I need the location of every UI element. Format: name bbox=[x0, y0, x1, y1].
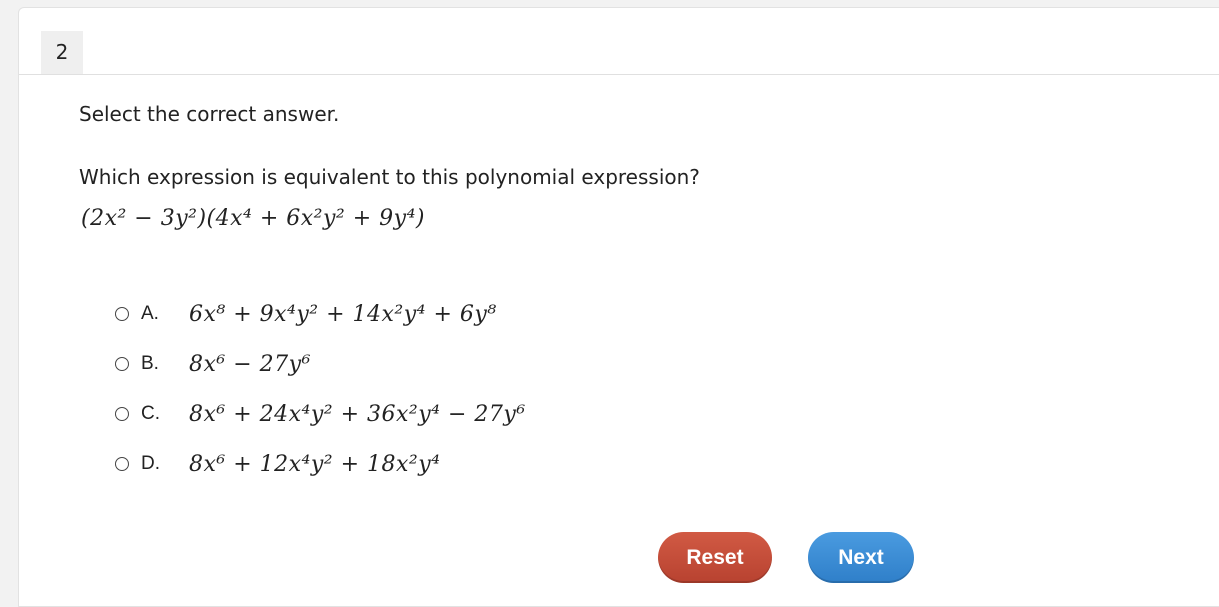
option-a[interactable]: A. 6x⁸ + 9x⁴y² + 14x²y⁴ + 6y⁸ bbox=[115, 289, 526, 339]
radio-button-d[interactable] bbox=[115, 457, 129, 471]
option-letter: D. bbox=[141, 453, 160, 474]
question-card: 2 Select the correct answer. Which expre… bbox=[18, 7, 1219, 607]
option-b[interactable]: B. 8x⁶ − 27y⁶ bbox=[115, 339, 526, 389]
radio-button-b[interactable] bbox=[115, 357, 129, 371]
question-number: 2 bbox=[41, 31, 83, 74]
option-d[interactable]: D. 8x⁶ + 12x⁴y² + 18x²y⁴ bbox=[115, 439, 526, 489]
option-letter: C. bbox=[141, 403, 160, 424]
instruction-text: Select the correct answer. bbox=[79, 102, 340, 126]
polynomial-expression: (2x² − 3y²)(4x⁴ + 6x²y² + 9y⁴) bbox=[81, 206, 426, 231]
next-button[interactable]: Next bbox=[808, 532, 914, 583]
radio-button-c[interactable] bbox=[115, 407, 129, 421]
radio-button-a[interactable] bbox=[115, 307, 129, 321]
option-letter: A. bbox=[141, 303, 159, 324]
option-expression: 8x⁶ + 12x⁴y² + 18x²y⁴ bbox=[189, 451, 441, 477]
answer-options: A. 6x⁸ + 9x⁴y² + 14x²y⁴ + 6y⁸ B. 8x⁶ − 2… bbox=[115, 289, 526, 489]
option-expression: 6x⁸ + 9x⁴y² + 14x²y⁴ + 6y⁸ bbox=[189, 301, 497, 327]
reset-button[interactable]: Reset bbox=[658, 532, 772, 583]
option-expression: 8x⁶ − 27y⁶ bbox=[189, 351, 311, 377]
question-prompt: Which expression is equivalent to this p… bbox=[79, 165, 700, 189]
option-letter: B. bbox=[141, 353, 159, 374]
option-expression: 8x⁶ + 24x⁴y² + 36x²y⁴ − 27y⁶ bbox=[189, 401, 526, 427]
option-c[interactable]: C. 8x⁶ + 24x⁴y² + 36x²y⁴ − 27y⁶ bbox=[115, 389, 526, 439]
question-header: 2 bbox=[19, 31, 1219, 75]
